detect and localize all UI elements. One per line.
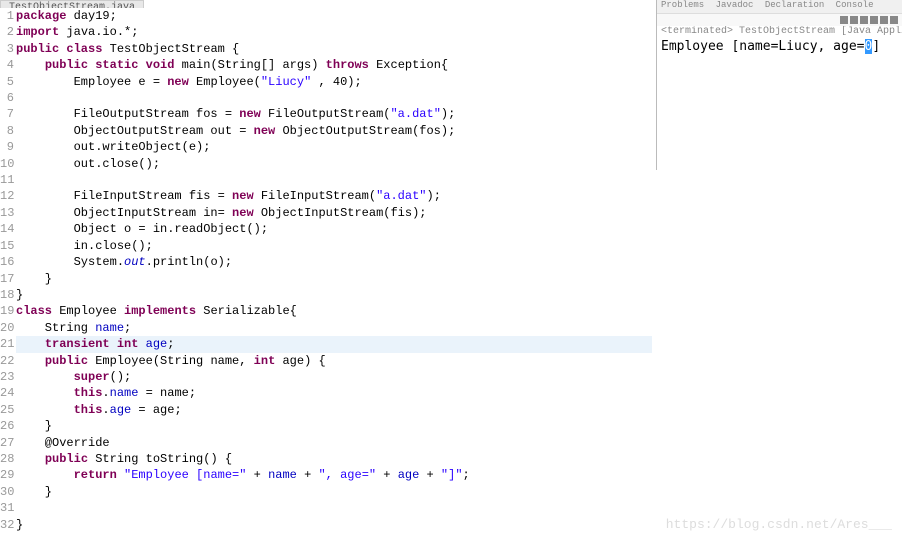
- line-number: 15: [0, 238, 14, 254]
- code-line[interactable]: public String toString() {: [16, 452, 232, 466]
- code-line[interactable]: package day19;: [16, 9, 117, 23]
- code-line[interactable]: import java.io.*;: [16, 25, 138, 39]
- line-number: 31: [0, 500, 14, 516]
- code-line[interactable]: @Override: [16, 436, 110, 450]
- code-line[interactable]: this.age = age;: [16, 403, 182, 417]
- code-area[interactable]: package day19; import java.io.*; public …: [16, 8, 652, 540]
- terminate-icon[interactable]: [840, 16, 848, 24]
- code-line[interactable]: return "Employee [name=" + name + ", age…: [16, 468, 470, 482]
- code-line[interactable]: public static void main(String[] args) t…: [16, 58, 448, 72]
- code-line[interactable]: out.writeObject(e);: [16, 140, 210, 154]
- line-number: 2: [0, 24, 14, 40]
- code-line[interactable]: FileOutputStream fos = new FileOutputStr…: [16, 107, 455, 121]
- code-line[interactable]: ObjectInputStream in= new ObjectInputStr…: [16, 206, 426, 220]
- watermark: https://blog.csdn.net/Ares___: [666, 517, 892, 532]
- line-number: 18: [0, 287, 14, 303]
- pin-console-icon[interactable]: [890, 16, 898, 24]
- code-line[interactable]: public class TestObjectStream {: [16, 42, 239, 56]
- code-line[interactable]: }: [16, 518, 23, 532]
- code-line[interactable]: in.close();: [16, 239, 153, 253]
- line-number: 10: [0, 156, 14, 172]
- line-number: 28: [0, 451, 14, 467]
- line-number: 27: [0, 435, 14, 451]
- line-number: 22: [0, 353, 14, 369]
- line-number: 20: [0, 320, 14, 336]
- tab-problems[interactable]: Problems: [661, 0, 704, 10]
- line-number: 12: [0, 188, 14, 204]
- tab-console[interactable]: Console: [836, 0, 874, 10]
- code-line[interactable]: System.out.println(o);: [16, 255, 232, 269]
- remove-all-icon[interactable]: [860, 16, 868, 24]
- code-line[interactable]: }: [16, 272, 52, 286]
- line-number: 6: [0, 90, 14, 106]
- code-line[interactable]: FileInputStream fis = new FileInputStrea…: [16, 189, 441, 203]
- line-number: 1: [0, 8, 14, 24]
- line-number: 8: [0, 123, 14, 139]
- console-tabs[interactable]: Problems Javadoc Declaration Console: [657, 0, 902, 14]
- code-line[interactable]: public Employee(String name, int age) {: [16, 354, 326, 368]
- code-line[interactable]: String name;: [16, 321, 131, 335]
- line-number: 26: [0, 418, 14, 434]
- code-line[interactable]: super();: [16, 370, 131, 384]
- console-output[interactable]: Employee [name=Liucy, age=0]: [657, 37, 902, 56]
- line-number: 5: [0, 74, 14, 90]
- line-number: 9: [0, 139, 14, 155]
- line-number: 21: [0, 336, 14, 352]
- line-number: 16: [0, 254, 14, 270]
- code-line[interactable]: transient int age;: [16, 336, 652, 352]
- line-number: 3: [0, 41, 14, 57]
- line-number: 17: [0, 271, 14, 287]
- console-toolbar: [657, 14, 902, 26]
- console-status: <terminated> TestObjectStream [Java Appl…: [657, 26, 902, 37]
- code-line[interactable]: Object o = in.readObject();: [16, 222, 268, 236]
- clear-console-icon[interactable]: [870, 16, 878, 24]
- code-line[interactable]: Employee e = new Employee("Liucy" , 40);: [16, 75, 362, 89]
- line-number: 19: [0, 303, 14, 319]
- line-number-gutter: 1234567891011121314151617181920212223242…: [0, 8, 16, 540]
- code-line[interactable]: class Employee implements Serializable{: [16, 304, 297, 318]
- console-output-text: Employee [name=Liucy, age=: [661, 39, 865, 54]
- console-panel: Problems Javadoc Declaration Console <te…: [656, 0, 902, 170]
- line-number: 24: [0, 385, 14, 401]
- code-line[interactable]: }: [16, 419, 52, 433]
- code-line[interactable]: this.name = name;: [16, 386, 196, 400]
- console-output-suffix: ]: [872, 39, 880, 54]
- scroll-lock-icon[interactable]: [880, 16, 888, 24]
- line-number: 23: [0, 369, 14, 385]
- code-line[interactable]: ObjectOutputStream out = new ObjectOutpu…: [16, 124, 455, 138]
- code-line[interactable]: }: [16, 288, 23, 302]
- line-number: 29: [0, 467, 14, 483]
- line-number: 13: [0, 205, 14, 221]
- line-number: 25: [0, 402, 14, 418]
- code-editor[interactable]: 1234567891011121314151617181920212223242…: [0, 8, 652, 540]
- code-line[interactable]: }: [16, 485, 52, 499]
- line-number: 11: [0, 172, 14, 188]
- line-number: 32: [0, 517, 14, 533]
- code-line[interactable]: out.close();: [16, 157, 160, 171]
- line-number: 14: [0, 221, 14, 237]
- line-number: 30: [0, 484, 14, 500]
- remove-launch-icon[interactable]: [850, 16, 858, 24]
- line-number: 4: [0, 57, 14, 73]
- tab-javadoc[interactable]: Javadoc: [716, 0, 754, 10]
- tab-declaration[interactable]: Declaration: [765, 0, 824, 10]
- line-number: 7: [0, 106, 14, 122]
